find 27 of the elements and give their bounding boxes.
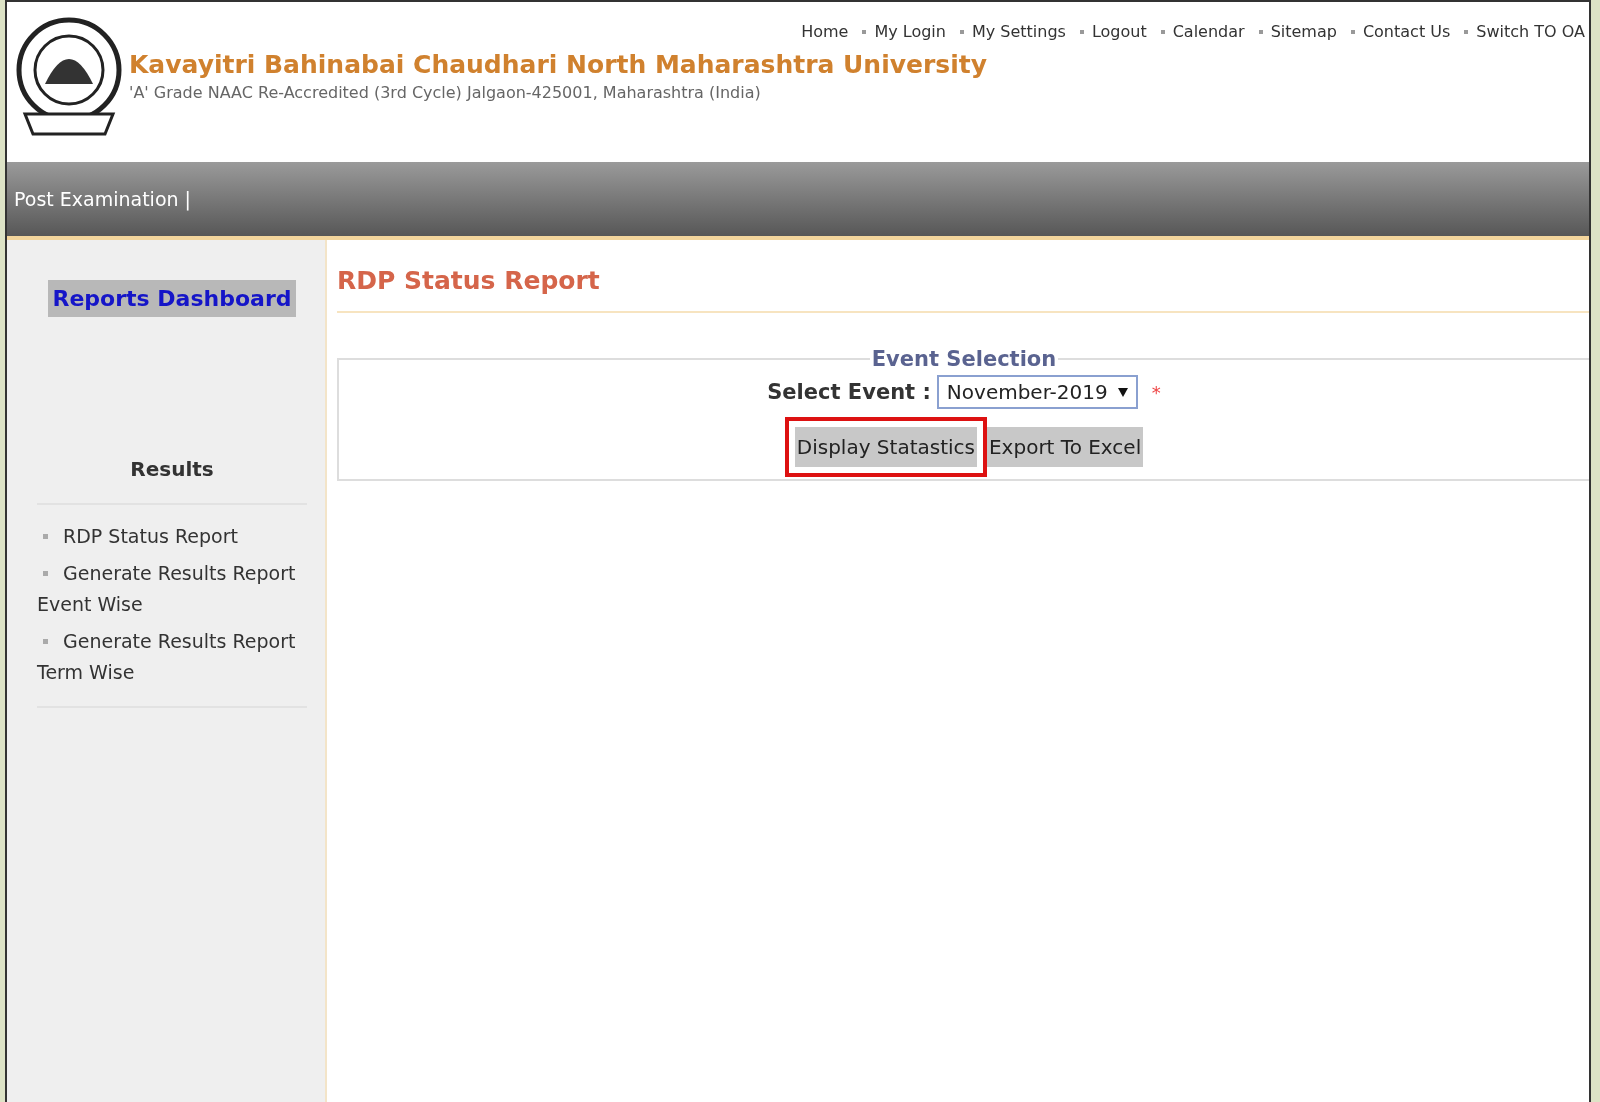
bullet-icon <box>43 639 48 644</box>
top-nav-link[interactable]: My Login <box>874 22 946 41</box>
section-title: Results <box>37 457 307 505</box>
top-nav-link[interactable]: Switch TO OA <box>1476 22 1585 41</box>
top-nav-link[interactable]: My Settings <box>971 22 1066 41</box>
field-label: Select Event : <box>767 380 931 404</box>
sidebar-link[interactable]: Generate Results Report Event Wise <box>37 558 307 620</box>
sidebar-link[interactable]: Generate Results Report Term Wise <box>37 626 307 688</box>
top-nav-link[interactable]: Contact Us <box>1362 22 1451 41</box>
top-nav-link[interactable]: Logout <box>1091 22 1147 41</box>
university-subtitle: 'A' Grade NAAC Re-Accredited (3rd Cycle) Jalgaon-425001, Maharashtra (India) <box>129 83 762 102</box>
event-select[interactable]: November-2019 <box>936 375 1138 409</box>
reports-dashboard-button[interactable]: Reports Dashboard <box>48 280 296 317</box>
required-mark: * <box>1151 381 1161 403</box>
sidebar-link[interactable]: RDP Status Report <box>37 521 307 552</box>
bullet-icon <box>43 534 48 539</box>
action-button[interactable]: Display Statastics <box>794 427 977 467</box>
page-title: RDP Status Report <box>337 266 1589 313</box>
top-nav-link[interactable]: Home <box>801 22 849 41</box>
fieldset-legend: Event Selection <box>869 347 1059 371</box>
bullet-icon <box>43 571 48 576</box>
top-nav-link[interactable]: Calendar <box>1172 22 1245 41</box>
menu-item[interactable]: Post Examination | <box>14 188 191 210</box>
action-button[interactable]: Export To Excel <box>987 427 1144 467</box>
top-nav-link[interactable]: Sitemap <box>1270 22 1337 41</box>
dropdown-caret-icon <box>1117 387 1128 397</box>
university-title: Kavayitri Bahinabai Chaudhari North Maharashtra University <box>129 50 987 79</box>
